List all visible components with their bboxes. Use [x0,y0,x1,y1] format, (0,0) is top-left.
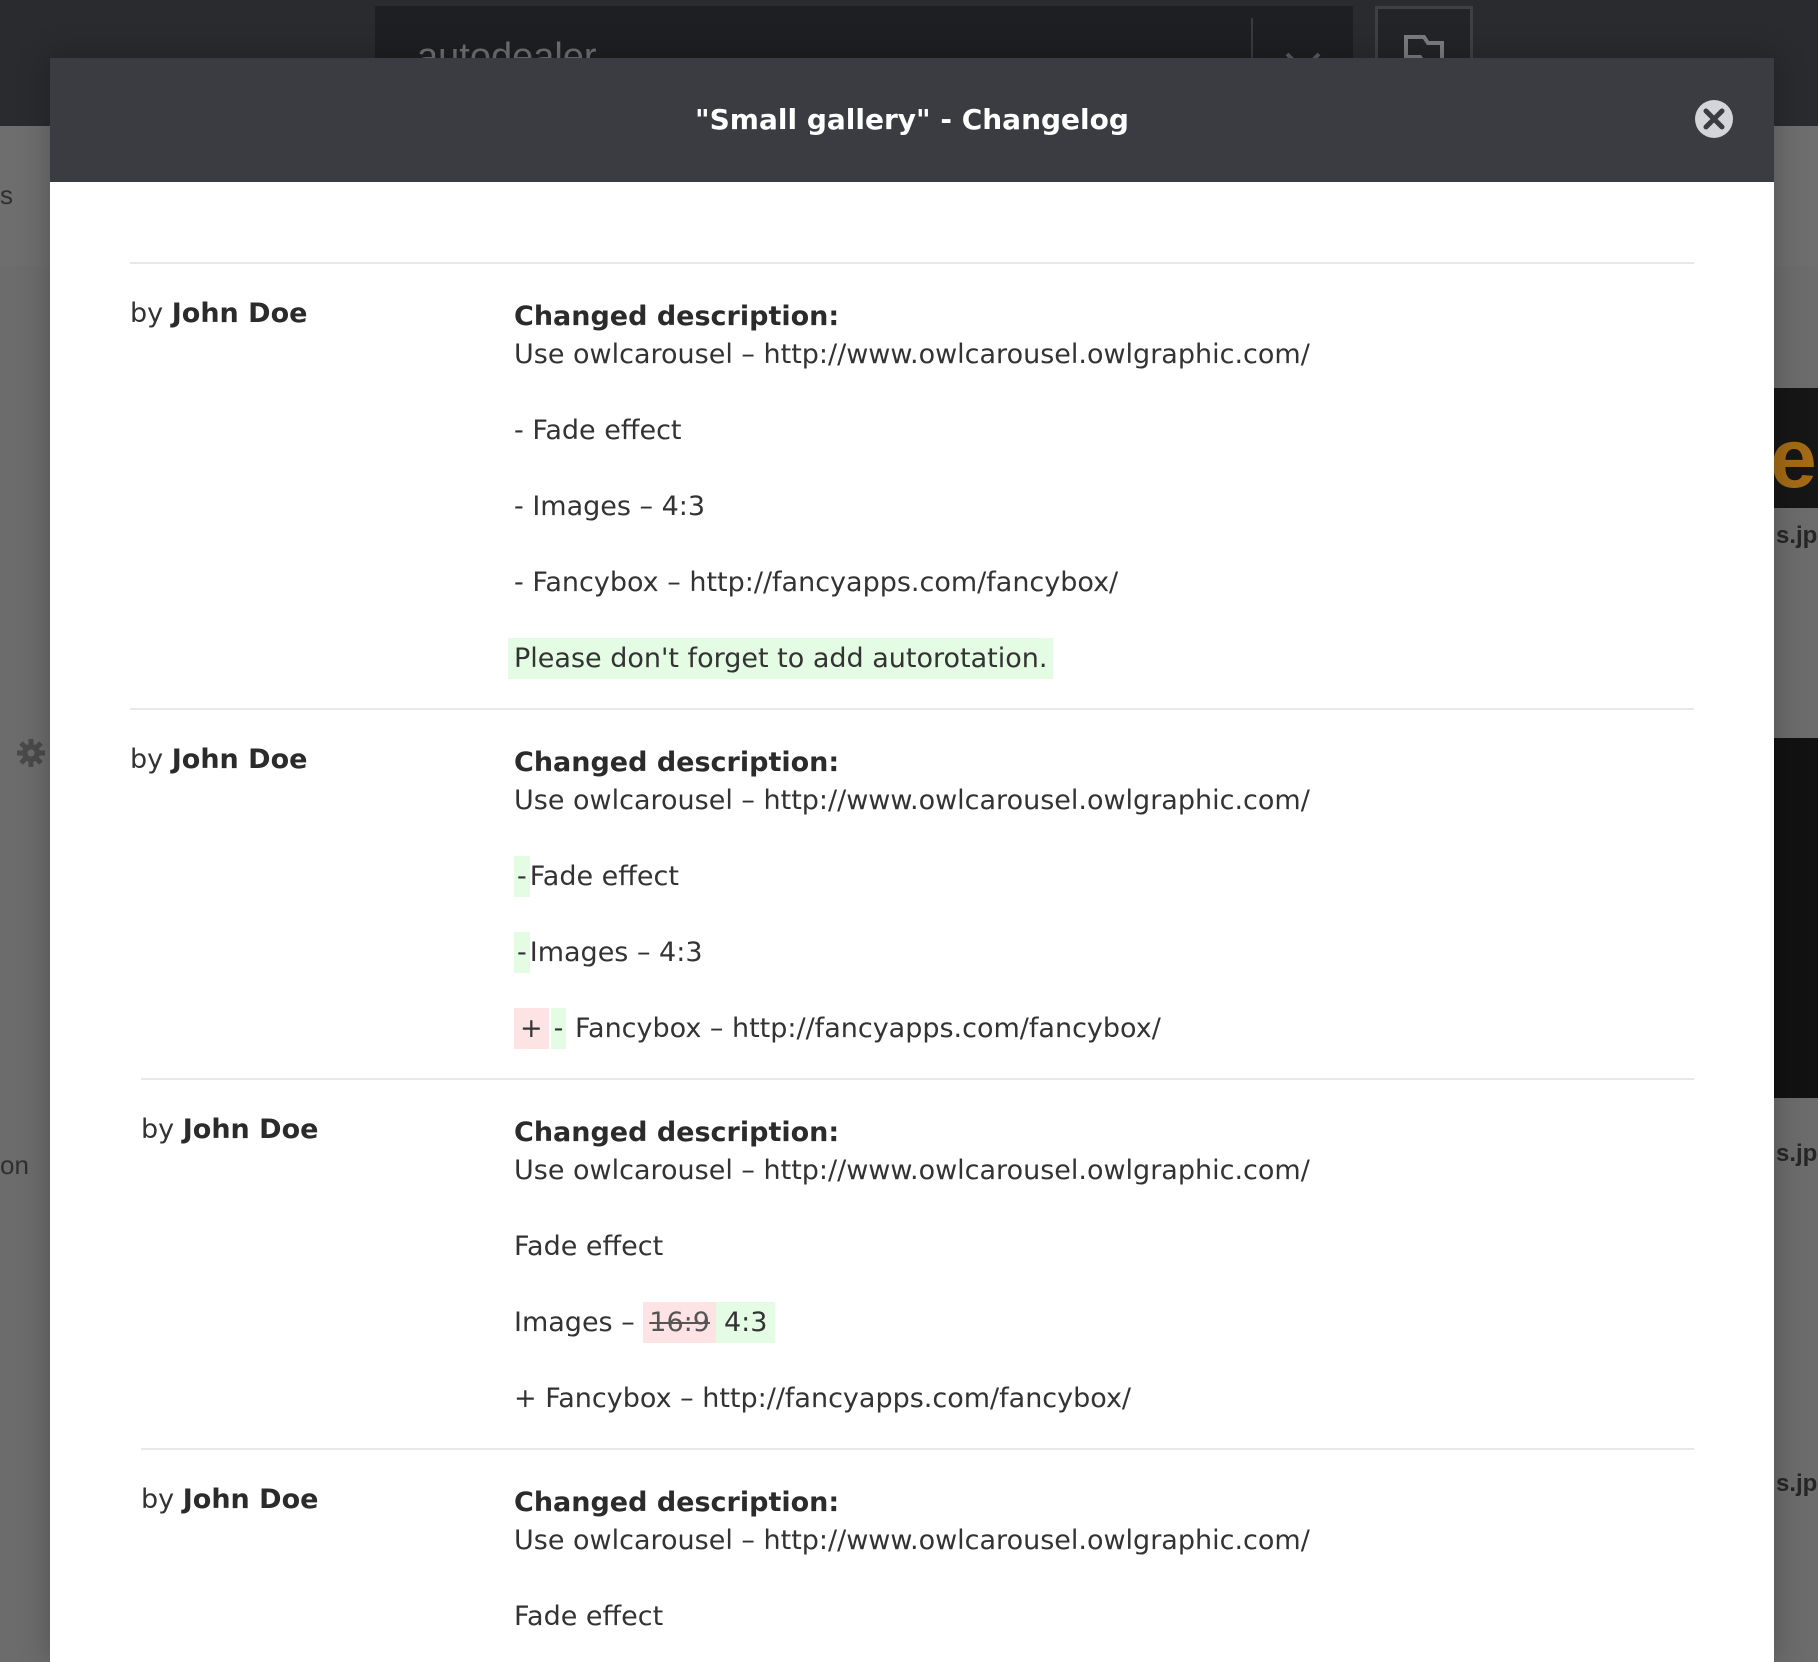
changelog-entry: by John Doe Changed description: Use owl… [141,1078,1694,1448]
entry-heading: Changed description: [514,301,840,332]
entry-content: Changed description: Use owlcarousel – h… [514,1114,1694,1418]
entry-content: Changed description: Use owlcarousel – h… [514,744,1694,1049]
author-name: John Doe [171,298,308,329]
bg-left-fragment: on [0,1150,29,1180]
entry-author: by John Doe [130,744,307,775]
modal-title: "Small gallery" - Changelog [695,103,1129,136]
description-line: Use owlcarousel – http://www.owlcarousel… [514,339,1310,370]
entry-heading: Changed description: [514,1117,840,1148]
entry-heading: Changed description: [514,1487,840,1518]
added-text: 4:3 [715,1302,776,1343]
gear-icon[interactable] [16,738,46,768]
entry-heading: Changed description: [514,747,840,778]
author-prefix: by [141,1114,175,1145]
description-line: Use owlcarousel – http://www.owlcarousel… [514,785,1310,816]
description-line: Fade effect [514,1231,664,1262]
added-text: Please don't forget to add autorotation. [508,638,1054,679]
author-name: John Doe [182,1114,319,1145]
description-line: Fade effect [529,861,679,892]
description-line: Fancybox – http://fancyapps.com/fancybox… [574,1013,1161,1044]
removed-text: + [514,1008,549,1049]
description-line: - Images – 4:3 [514,491,706,522]
entry-author: by John Doe [141,1484,318,1515]
bg-file-label: s.jpg [1776,1140,1818,1167]
added-text: - [550,1008,567,1049]
author-name: John Doe [171,744,308,775]
description-line: + Fancybox – http://fancyapps.com/fancyb… [514,1383,1132,1414]
close-icon[interactable] [1693,98,1735,140]
entry-author: by John Doe [141,1114,318,1145]
description-line: Images – 4:3 [529,937,703,968]
removed-text: 16:9 [643,1302,716,1343]
changelog-entry: by John Doe Changed description: Use owl… [141,1448,1694,1662]
changelog-list: by John Doe Changed description: Use owl… [130,262,1694,1662]
description-line: Use owlcarousel – http://www.owlcarousel… [514,1155,1310,1186]
description-line: - Fade effect [514,415,682,446]
entry-author: by John Doe [130,298,307,329]
bg-thumbnail [1774,738,1818,1098]
author-prefix: by [130,298,164,329]
bg-thumbnail-brand: e [1770,411,1817,505]
entry-content: Changed description: Use owlcarousel – h… [514,1484,1694,1662]
bg-left-fragment: s [0,180,13,210]
changelog-entry: by John Doe Changed description: Use owl… [130,262,1694,708]
entry-content: Changed description: Use owlcarousel – h… [508,298,1694,679]
description-line: Fade effect [514,1601,664,1632]
changelog-entry: by John Doe Changed description: Use owl… [130,708,1694,1078]
author-name: John Doe [182,1484,319,1515]
bg-file-label: s.jpg [1776,522,1818,549]
description-line: Images – [514,1307,644,1338]
modal-header: "Small gallery" - Changelog [50,58,1774,182]
author-prefix: by [130,744,164,775]
added-text: - [514,856,530,897]
bg-file-label: s.jpg [1776,1470,1818,1497]
added-text: - [514,932,530,973]
description-line: Use owlcarousel – http://www.owlcarousel… [514,1525,1310,1556]
changelog-modal: "Small gallery" - Changelog by John Doe … [50,58,1774,1662]
description-line: - Fancybox – http://fancyapps.com/fancyb… [514,567,1119,598]
author-prefix: by [141,1484,175,1515]
